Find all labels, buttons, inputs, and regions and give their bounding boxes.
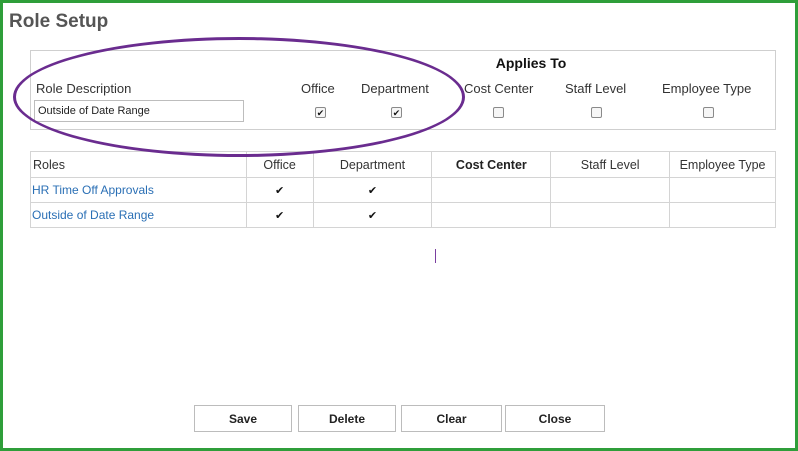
role-description-label: Role Description (36, 81, 132, 96)
table-row: HR Time Off Approvals ✔ ✔ (30, 177, 776, 203)
role-link[interactable]: HR Time Off Approvals (32, 183, 154, 197)
roles-table-header: Roles Office Department Cost Center Staf… (30, 151, 776, 178)
employee-type-checkbox[interactable] (703, 107, 714, 118)
office-cell: ✔ (245, 177, 314, 203)
staff-level-header: Staff Level (550, 151, 671, 178)
close-button[interactable]: Close (505, 405, 605, 432)
roles-header: Roles (30, 151, 247, 178)
staff-level-cell (550, 177, 671, 203)
employee-type-cell (669, 202, 776, 228)
staff-level-checkbox[interactable] (591, 107, 602, 118)
text-cursor (435, 249, 436, 263)
page-title: Role Setup (9, 11, 109, 32)
save-button[interactable]: Save (194, 405, 292, 432)
cost-center-header: Cost Center (431, 151, 552, 178)
department-checkbox[interactable]: ✔ (391, 107, 402, 118)
cost-center-checkbox[interactable] (493, 107, 504, 118)
department-cell: ✔ (312, 202, 433, 228)
staff-level-column-label: Staff Level (565, 81, 627, 96)
employee-type-cell (669, 177, 776, 203)
employee-type-column-label: Employee Type (662, 81, 752, 96)
department-column-label: Department (361, 81, 429, 96)
department-header: Department (312, 151, 433, 178)
roles-table: Roles Office Department Cost Center Staf… (30, 151, 776, 228)
clear-button[interactable]: Clear (401, 405, 502, 432)
office-column-label: Office (301, 81, 335, 96)
office-header: Office (245, 151, 314, 178)
staff-level-cell (550, 202, 671, 228)
role-setup-window: Role Setup Applies To Role Description O… (0, 0, 798, 451)
cost-center-cell (431, 202, 552, 228)
delete-button[interactable]: Delete (298, 405, 396, 432)
cost-center-cell (431, 177, 552, 203)
department-cell: ✔ (312, 177, 433, 203)
cost-center-column-label: Cost Center (464, 81, 534, 96)
role-link[interactable]: Outside of Date Range (32, 208, 154, 222)
applies-to-heading: Applies To (495, 55, 567, 71)
office-checkbox[interactable]: ✔ (315, 107, 326, 118)
table-row: Outside of Date Range ✔ ✔ (30, 202, 776, 228)
employee-type-header: Employee Type (669, 151, 776, 178)
role-setup-form: Applies To Role Description Office Depar… (30, 50, 776, 130)
role-description-input[interactable] (34, 100, 244, 122)
office-cell: ✔ (245, 202, 314, 228)
